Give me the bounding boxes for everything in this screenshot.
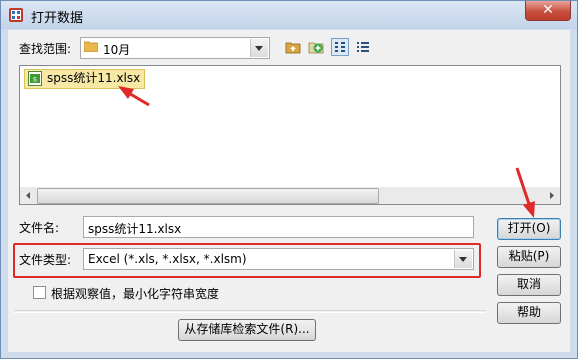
help-button[interactable]: 帮助	[497, 302, 561, 324]
dialog-title: 打开数据	[31, 11, 84, 26]
spss-app-icon	[9, 8, 23, 22]
chevron-down-icon[interactable]	[250, 39, 268, 57]
new-folder-icon[interactable]	[307, 38, 325, 56]
separator	[14, 310, 486, 313]
dialog-body: 查找范围: 10月 s spss统计11.xlsx 文件名: spss统计11.…	[8, 30, 570, 352]
cancel-button[interactable]: 取消	[497, 274, 561, 296]
file-name-input[interactable]: spss统计11.xlsx	[83, 216, 474, 238]
file-name-value: spss统计11.xlsx	[88, 222, 182, 236]
paste-button[interactable]: 粘贴(P)	[497, 246, 561, 268]
svg-text:s: s	[33, 75, 37, 84]
details-view-icon[interactable]	[354, 38, 372, 56]
close-icon: ✕	[542, 2, 554, 18]
horizontal-scrollbar[interactable]	[20, 187, 560, 204]
file-item-name: spss统计11.xlsx	[47, 71, 141, 85]
minimize-width-checkbox[interactable]	[33, 286, 46, 299]
file-item[interactable]: s spss统计11.xlsx	[24, 69, 146, 89]
up-folder-icon[interactable]	[284, 38, 302, 56]
look-in-dropdown[interactable]: 10月	[80, 37, 270, 59]
folder-icon	[84, 41, 98, 52]
file-type-dropdown[interactable]: Excel (*.xls, *.xlsx, *.xlsm)	[83, 248, 474, 270]
open-data-dialog: 打开数据 ✕ 查找范围: 10月 s spss统计11.xlsx 文件名: sp…	[0, 0, 578, 359]
file-list[interactable]: s spss统计11.xlsx	[19, 65, 561, 205]
title-bar[interactable]: 打开数据 ✕	[1, 1, 577, 29]
scroll-right-icon[interactable]	[543, 187, 560, 204]
open-button[interactable]: 打开(O)	[497, 218, 561, 240]
file-type-label: 文件类型:	[19, 253, 72, 267]
file-name-label: 文件名:	[19, 221, 60, 235]
chevron-down-icon[interactable]	[454, 250, 472, 268]
minimize-width-label: 根据观察值，最小化字符串宽度	[51, 287, 220, 301]
excel-file-icon: s	[28, 71, 42, 86]
file-type-value: Excel (*.xls, *.xlsx, *.xlsm)	[88, 252, 247, 266]
look-in-value: 10月	[103, 43, 131, 57]
list-view-icon[interactable]	[331, 38, 349, 56]
scrollbar-thumb[interactable]	[37, 188, 379, 204]
scroll-left-icon[interactable]	[20, 187, 37, 204]
retrieve-from-repository-button[interactable]: 从存储库检索文件(R)...	[178, 319, 316, 341]
look-in-label: 查找范围:	[19, 42, 72, 56]
close-button[interactable]: ✕	[525, 1, 571, 21]
